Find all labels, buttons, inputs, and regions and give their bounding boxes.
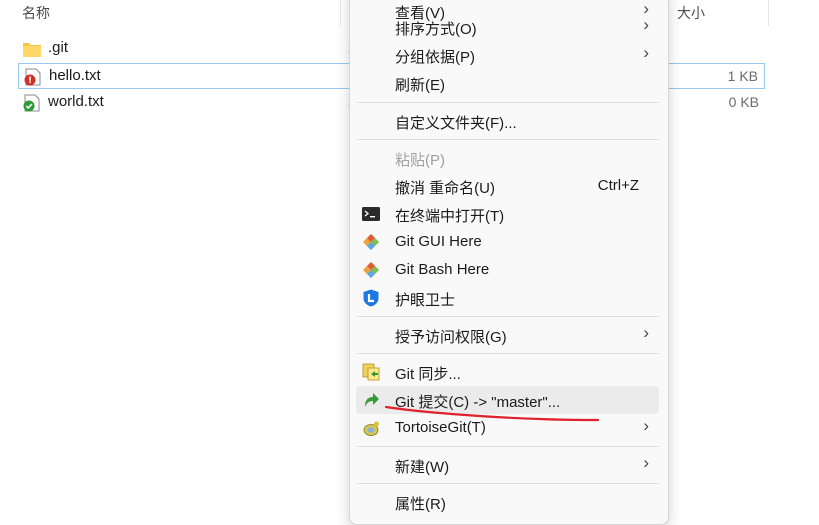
column-name-header[interactable]: 名称 [22, 3, 50, 23]
menu-item-label: 粘贴(P) [395, 152, 445, 169]
menu-separator [357, 353, 659, 354]
menu-item-open-terminal[interactable]: 在终端中打开(T) [356, 200, 659, 228]
column-divider[interactable] [340, 0, 341, 26]
sort-chevron-icon: ⌃ [172, 0, 182, 7]
chevron-right-icon: › [643, 416, 649, 435]
menu-item-git-bash[interactable]: Git Bash Here [356, 256, 659, 284]
file-name: hello.txt [49, 67, 101, 84]
menu-separator [357, 102, 659, 103]
menu-item-label: 护眼卫士 [395, 292, 456, 309]
menu-item-paste: 粘贴(P) [356, 144, 659, 172]
menu-item-refresh[interactable]: 刷新(E) [356, 69, 659, 97]
shield-icon [363, 289, 379, 307]
menu-item-label: 自定义文件夹(F)... [395, 115, 517, 132]
menu-item-label: TortoiseGit(T) [395, 419, 486, 436]
shortcut-label: Ctrl+Z [597, 177, 639, 194]
file-name: .git [48, 39, 69, 56]
menu-item-eye-guard[interactable]: 护眼卫士 [356, 284, 659, 312]
git-clean-file-icon [23, 94, 40, 112]
menu-item-sort[interactable]: 排序方式(O) › [356, 13, 659, 41]
git-gui-icon [363, 234, 379, 250]
menu-item-group[interactable]: 分组依据(P) › [356, 41, 659, 69]
terminal-icon [362, 207, 380, 221]
chevron-right-icon: › [643, 453, 649, 472]
chevron-right-icon: › [643, 323, 649, 342]
menu-item-customize-folder[interactable]: 自定义文件夹(F)... [356, 107, 659, 135]
menu-item-new[interactable]: 新建(W) › [356, 451, 659, 479]
git-sync-icon [362, 363, 380, 381]
menu-item-tortoisegit[interactable]: TortoiseGit(T) › [356, 414, 659, 442]
menu-item-undo-rename[interactable]: 撤消 重命名(U) Ctrl+Z [356, 172, 659, 200]
context-menu: 查看(V) › 排序方式(O) › 分组依据(P) › 刷新(E) 自定义文件夹… [349, 0, 669, 525]
menu-item-git-gui[interactable]: Git GUI Here [356, 228, 659, 256]
menu-item-git-sync[interactable]: Git 同步... [356, 358, 659, 386]
git-bash-icon [363, 262, 379, 278]
menu-item-label: 属性(R) [395, 496, 446, 513]
menu-item-label: 授予访问权限(G) [395, 329, 507, 346]
menu-separator [357, 139, 659, 140]
menu-item-label: Git 同步... [395, 366, 461, 383]
menu-item-label: 分组依据(P) [395, 49, 475, 66]
git-commit-arrow-icon [365, 393, 379, 407]
git-modified-file-icon [24, 68, 41, 86]
chevron-right-icon: › [643, 43, 649, 62]
tortoisegit-icon [363, 421, 379, 436]
column-divider[interactable] [768, 0, 769, 26]
column-size-header[interactable]: 大小 [677, 3, 705, 23]
menu-item-properties[interactable]: 属性(R) [356, 488, 659, 516]
file-size: 0 KB [728, 94, 759, 110]
menu-separator [357, 316, 659, 317]
menu-item-label: 在终端中打开(T) [395, 208, 505, 225]
folder-icon [23, 43, 41, 57]
menu-item-label: 撤消 重命名(U) [395, 180, 495, 197]
chevron-right-icon: › [643, 15, 649, 34]
menu-item-grant-access[interactable]: 授予访问权限(G) › [356, 321, 659, 349]
menu-item-label: Git Bash Here [395, 261, 490, 278]
menu-item-label: 刷新(E) [395, 77, 445, 94]
menu-separator [357, 483, 659, 484]
menu-item-label: Git 提交(C) -> "master"... [395, 394, 561, 411]
file-name: world.txt [48, 93, 104, 110]
menu-item-label: Git GUI Here [395, 233, 482, 250]
menu-item-git-commit[interactable]: Git 提交(C) -> "master"... [356, 386, 659, 414]
menu-item-label: 新建(W) [395, 459, 450, 476]
menu-separator [357, 446, 659, 447]
menu-item-label: 排序方式(O) [395, 21, 477, 38]
file-size: 1 KB [727, 68, 758, 84]
